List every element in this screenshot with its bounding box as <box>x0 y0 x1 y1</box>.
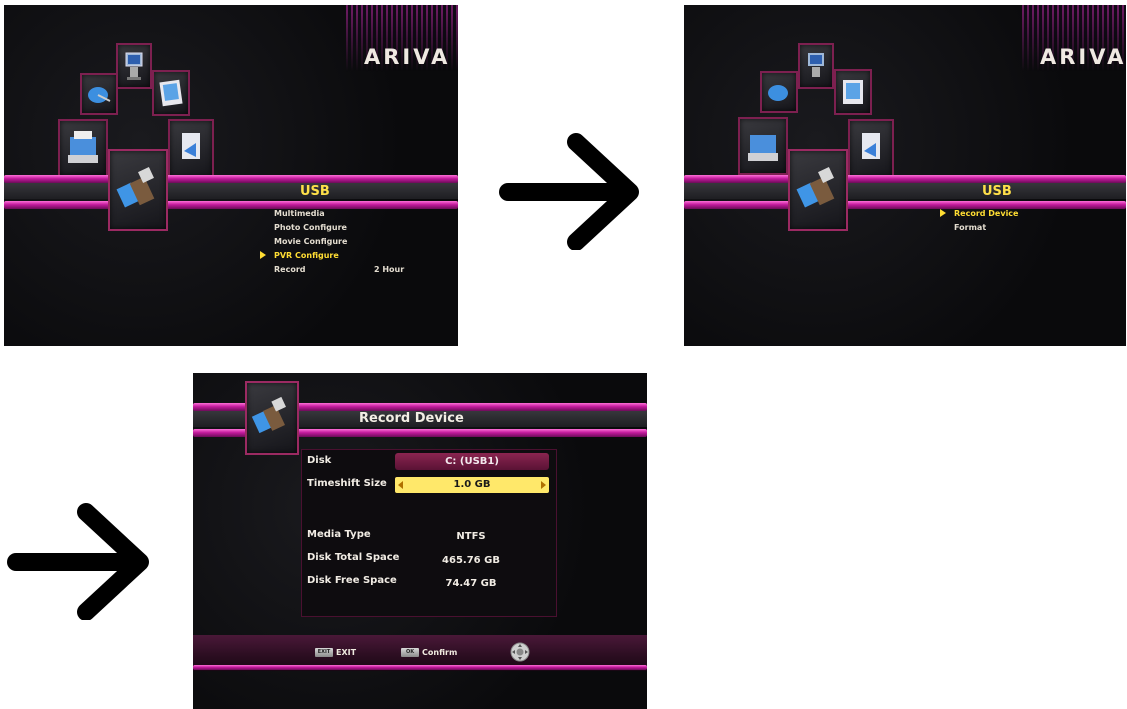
ariva-logo: ARIVA <box>1040 45 1126 69</box>
pink-bar-bottom <box>684 201 1126 209</box>
menu-item-multimedia[interactable]: Multimedia <box>274 209 325 218</box>
footer-bar: EXIT EXIT OK Confirm <box>193 635 647 671</box>
computer-icon[interactable] <box>798 43 834 89</box>
dialog-title: Record Device <box>359 411 464 426</box>
menu-item-record[interactable]: Record <box>274 265 306 274</box>
usb-menu-title: USB <box>300 184 330 199</box>
screen-usb-menu: ARIVA USB Multimedia Photo Configure Mov… <box>4 5 458 346</box>
title-band <box>4 181 458 199</box>
menu-item-record-device[interactable]: Record Device <box>954 209 1018 218</box>
image-picture-icon[interactable] <box>834 69 872 115</box>
exit-key-icon[interactable]: EXIT <box>315 648 333 657</box>
selection-arrow-icon <box>940 209 946 217</box>
timeshift-value: 1.0 GB <box>453 479 491 490</box>
title-band <box>684 181 1126 199</box>
media-type-value: NTFS <box>456 531 486 542</box>
settings-box-icon[interactable] <box>58 119 108 177</box>
image-picture-icon[interactable] <box>152 70 190 116</box>
pink-bar-top <box>684 175 1126 183</box>
usb-icon[interactable] <box>108 149 168 231</box>
right-arrow-icon <box>7 503 149 620</box>
menu-item-pvr-configure[interactable]: PVR Configure <box>274 251 339 260</box>
menu-item-movie-configure[interactable]: Movie Configure <box>274 237 347 246</box>
arrow-left-icon[interactable] <box>398 481 403 489</box>
right-arrow-icon <box>499 133 639 250</box>
timeshift-selector[interactable]: 1.0 GB <box>395 477 549 493</box>
disk-label: Disk <box>307 455 332 466</box>
usb-icon <box>245 381 299 455</box>
arrow-right-icon[interactable] <box>541 481 546 489</box>
screen-pvr-configure: ARIVA USB Record Device Format <box>684 5 1126 346</box>
timeshift-label: Timeshift Size <box>307 478 387 489</box>
footer-pink-bar <box>193 665 647 670</box>
exit-label: EXIT <box>336 648 357 657</box>
menu-item-format[interactable]: Format <box>954 223 986 232</box>
record-value: 2 Hour <box>374 265 405 274</box>
document-icon[interactable] <box>848 119 894 179</box>
pink-bar-top <box>4 175 458 183</box>
confirm-label: Confirm <box>422 648 458 657</box>
disk-select[interactable]: C: (USB1) <box>395 453 549 470</box>
usb-menu-title: USB <box>982 184 1012 199</box>
navigation-pad-icon <box>510 642 530 662</box>
disk-total-value: 465.76 GB <box>442 555 500 566</box>
usb-icon[interactable] <box>788 149 848 231</box>
ok-key-icon[interactable]: OK <box>401 648 419 657</box>
selection-arrow-icon <box>260 251 266 259</box>
ariva-logo: ARIVA <box>364 45 451 69</box>
disk-total-label: Disk Total Space <box>307 552 400 563</box>
computer-icon[interactable] <box>116 43 152 89</box>
screen-record-device: Record Device Disk C: (USB1) Timeshift S… <box>193 373 647 709</box>
disk-free-label: Disk Free Space <box>307 575 397 586</box>
satellite-dish-icon[interactable] <box>760 71 798 113</box>
disk-free-value: 74.47 GB <box>445 578 497 589</box>
satellite-dish-icon[interactable] <box>80 73 118 115</box>
document-icon[interactable] <box>168 119 214 179</box>
media-type-label: Media Type <box>307 529 371 540</box>
pink-bar-bottom <box>4 201 458 209</box>
settings-box-icon[interactable] <box>738 117 788 175</box>
menu-item-photo-configure[interactable]: Photo Configure <box>274 223 347 232</box>
